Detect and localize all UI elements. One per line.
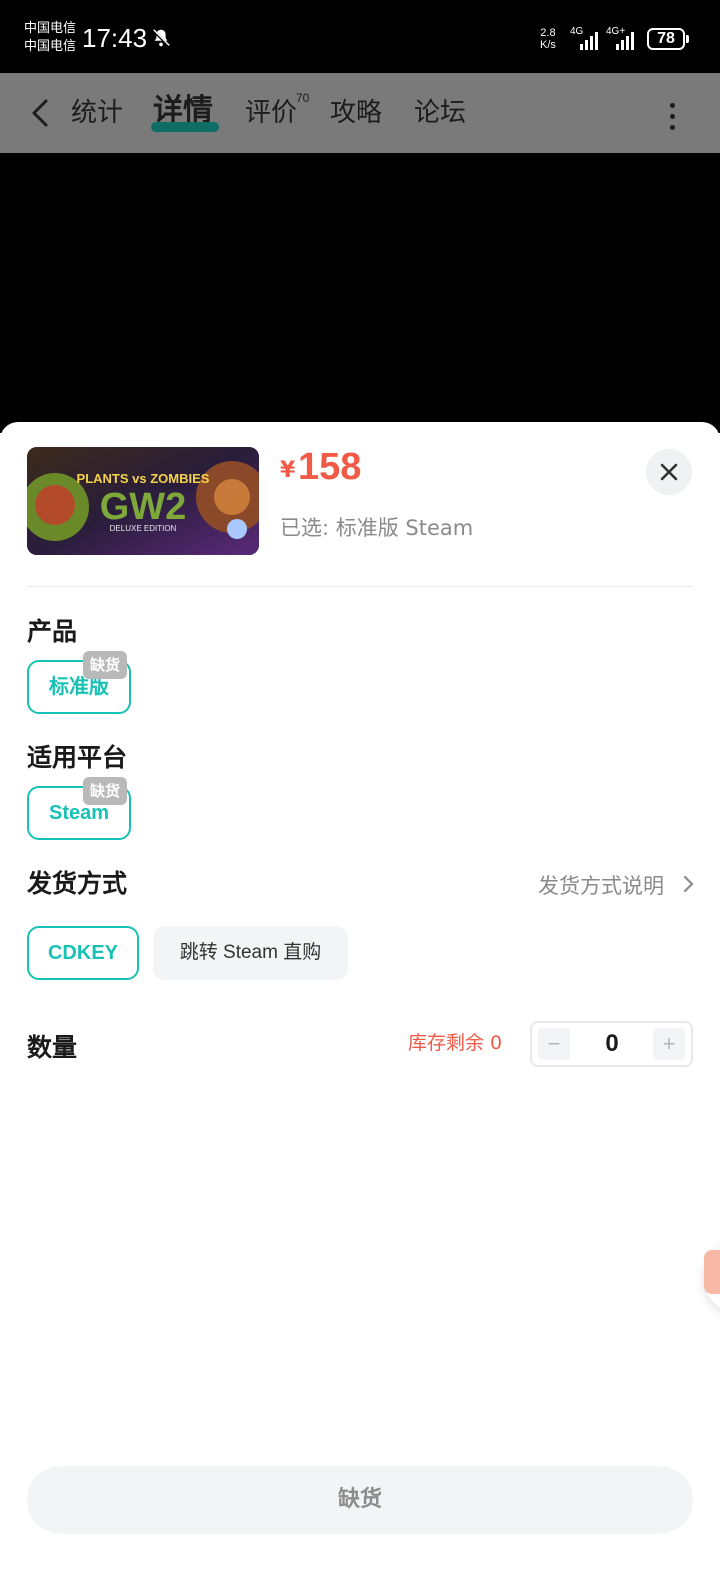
product-section-title: 产品: [27, 617, 78, 646]
price: 158: [298, 446, 362, 488]
tab-stats[interactable]: 统计: [71, 95, 123, 131]
quantity-section-title: 数量: [27, 1033, 78, 1062]
active-tab-indicator: [151, 122, 219, 132]
battery-indicator: 78: [647, 28, 685, 50]
out-of-stock-button[interactable]: 缺货: [27, 1466, 693, 1534]
more-options-icon[interactable]: [664, 100, 680, 130]
shipping-option-cdkey[interactable]: CDKEY: [27, 926, 139, 980]
quantity-value[interactable]: 0: [580, 1023, 644, 1065]
quantity-stepper: − 0 +: [530, 1021, 693, 1067]
selected-sku-text: 已选: 标准版 Steam: [280, 516, 474, 540]
decrement-button[interactable]: −: [538, 1028, 570, 1060]
clock: 17:43: [82, 23, 148, 53]
signal-bars-icon: [580, 32, 598, 50]
stock-remaining: 库存剩余 0: [408, 1032, 503, 1054]
signal-bars-icon: [616, 32, 634, 50]
tab-forum[interactable]: 论坛: [414, 95, 466, 131]
increment-button[interactable]: +: [653, 1028, 685, 1060]
out-of-stock-badge: 缺货: [83, 777, 128, 805]
floating-widget-icon: [704, 1250, 720, 1294]
battery-tip: [686, 35, 689, 43]
network-speed-value: 2.8: [540, 27, 556, 39]
chevron-right-icon[interactable]: [682, 872, 696, 896]
signal-sim2: 4G+: [606, 26, 642, 50]
notification-off-icon: [151, 28, 171, 48]
carrier-2: 中国电信: [24, 39, 77, 54]
tab-guides[interactable]: 攻略: [330, 95, 382, 131]
tab-reviews[interactable]: 评价: [245, 95, 297, 131]
sku-selection-sheet: [0, 422, 720, 1584]
cover-title-2: GW2: [100, 486, 187, 528]
media-area: [0, 153, 720, 433]
shipping-info-link[interactable]: 发货方式说明: [538, 870, 664, 900]
platform-section-title: 适用平台: [27, 743, 128, 772]
out-of-stock-badge: 缺货: [83, 651, 128, 679]
cover-title-1: PLANTS vs ZOMBIES: [77, 471, 210, 486]
divider: [27, 586, 693, 587]
currency-symbol: ¥: [280, 458, 296, 483]
carrier-1: 中国电信: [24, 21, 77, 36]
cover-subtitle: DELUXE EDITION: [110, 524, 177, 533]
product-thumbnail: PLANTS vs ZOMBIES GW2 DELUXE EDITION: [27, 447, 259, 555]
back-arrow-icon[interactable]: [24, 95, 56, 131]
close-button[interactable]: [646, 449, 692, 495]
top-nav: 统计 详情 评价 攻略 论坛: [0, 73, 720, 153]
review-count-badge: 70: [296, 91, 310, 105]
status-bar: 中国电信 中国电信 17:43 2.8 K/s 4G 4G+ 78: [0, 0, 720, 73]
network-speed-unit: K/s: [540, 39, 556, 51]
shipping-option-steam-direct[interactable]: 跳转 Steam 直购: [153, 926, 348, 980]
signal-sim1: 4G: [570, 26, 604, 50]
network-speed: 2.8 K/s: [540, 27, 556, 51]
game-cover-image: PLANTS vs ZOMBIES GW2 DELUXE EDITION: [27, 447, 259, 555]
shipping-section-title: 发货方式: [27, 869, 128, 898]
carrier-info: 中国电信 中国电信: [24, 20, 76, 56]
close-icon: [660, 463, 678, 481]
